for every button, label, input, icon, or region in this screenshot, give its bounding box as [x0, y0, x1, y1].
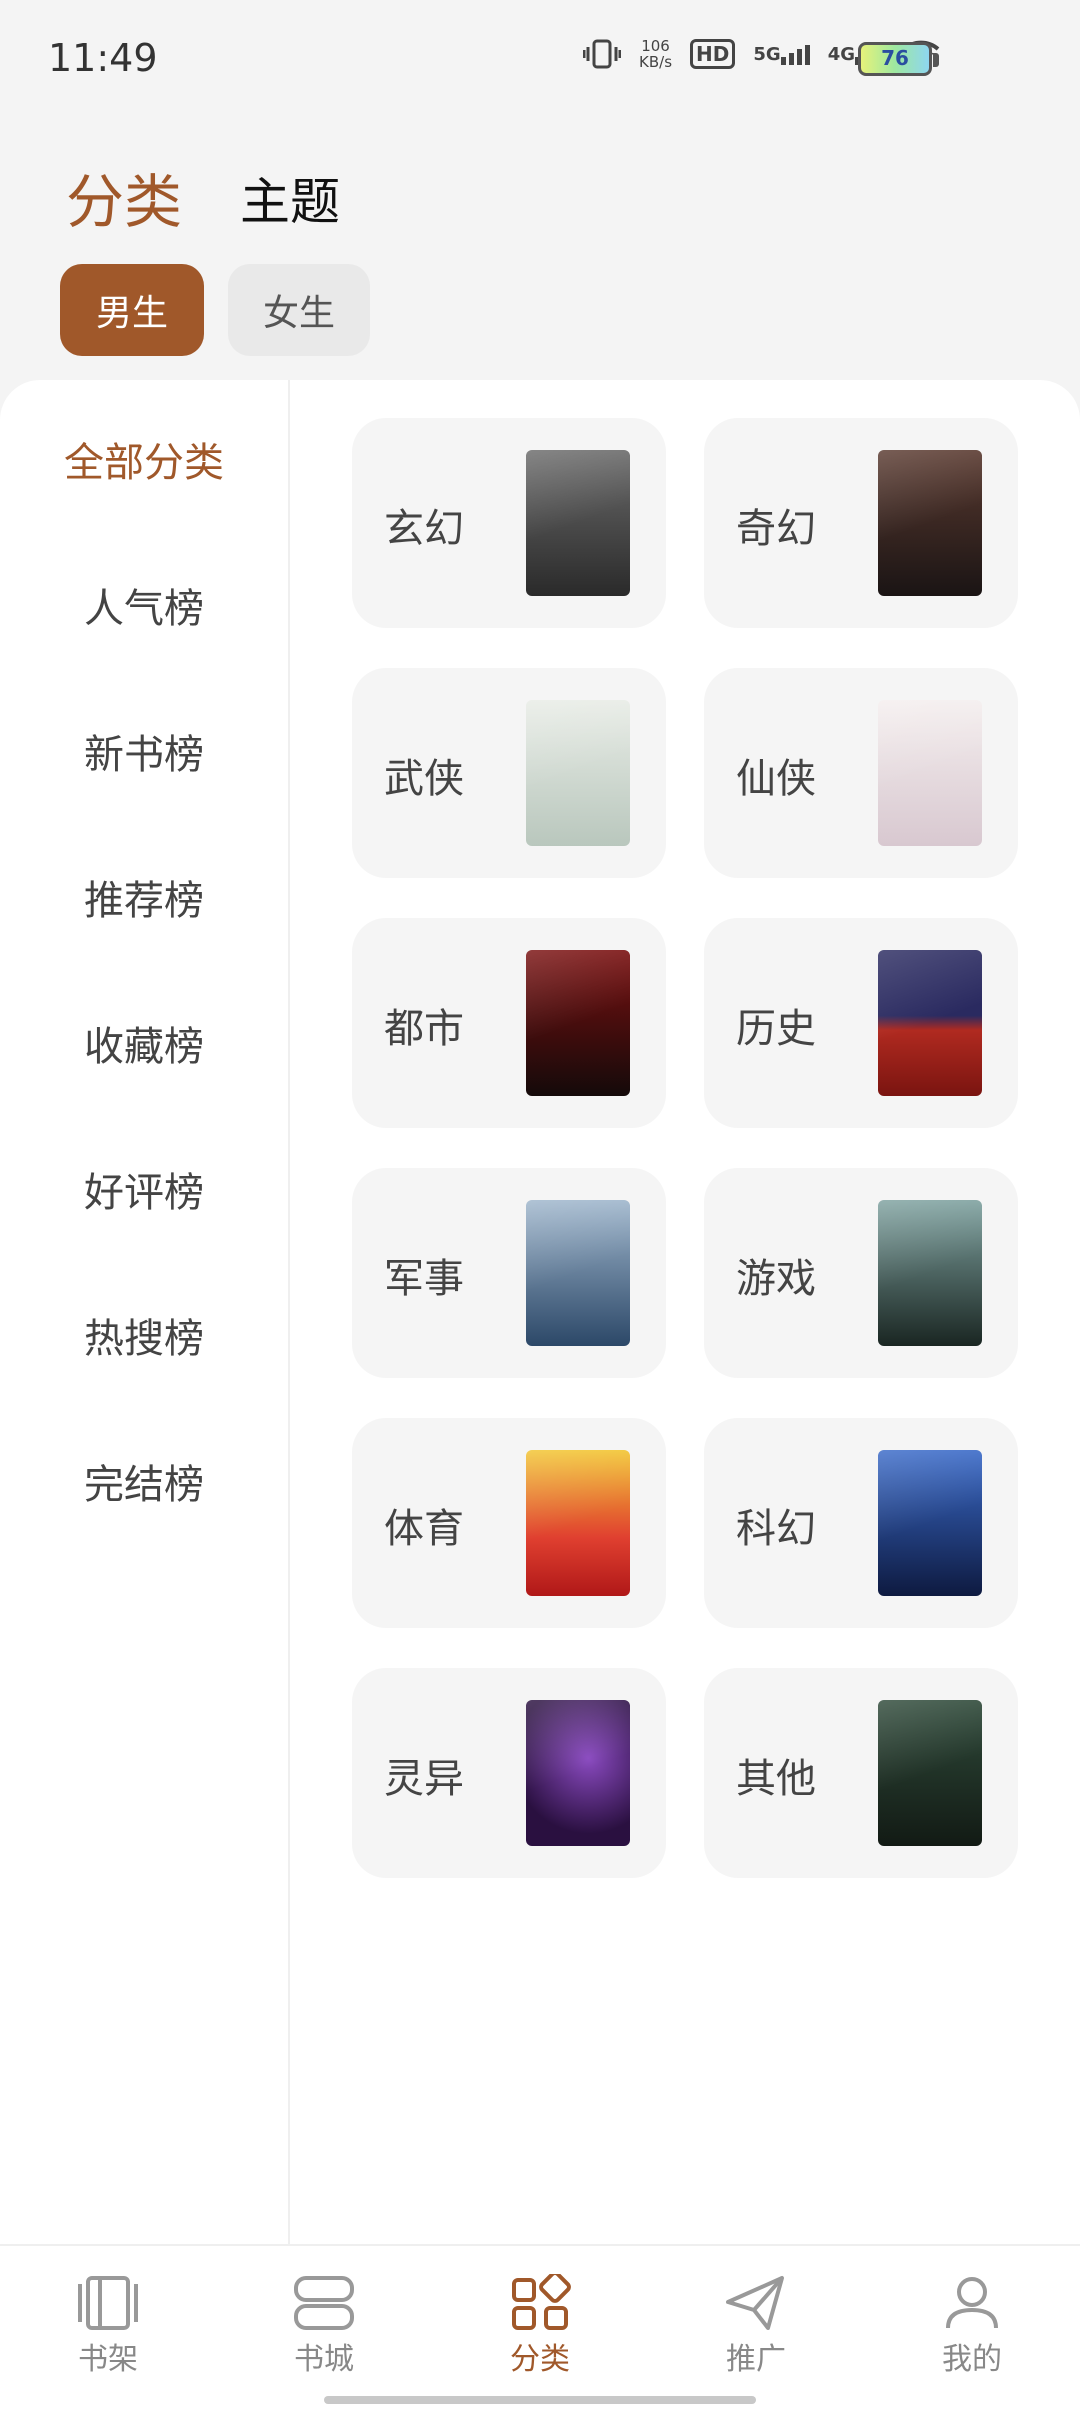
category-label: 其他: [736, 1756, 816, 1802]
status-bar: 11:49 106 KB/s HD 5G 4G 76: [0, 0, 1080, 120]
nav-profile-label: 我的: [942, 2342, 1002, 2377]
battery-icon: 76: [858, 42, 939, 76]
book-cover-image: [878, 700, 982, 846]
bookstore-icon: [294, 2276, 354, 2330]
category-card-youxi[interactable]: 游戏: [704, 1168, 1018, 1378]
signal-5g-label: 5G: [753, 43, 781, 65]
category-label: 武侠: [384, 756, 464, 802]
nav-promote-label: 推广: [726, 2342, 786, 2377]
vibrate-icon: [583, 38, 622, 70]
nav-promote[interactable]: 推广: [686, 2274, 826, 2378]
sidebar-item-recommend[interactable]: 推荐榜: [0, 868, 288, 926]
send-icon: [726, 2276, 784, 2330]
sidebar-item-all[interactable]: 全部分类: [0, 430, 288, 488]
category-label: 玄幻: [384, 506, 464, 552]
book-cover-image: [526, 950, 630, 1096]
network-speed: 106 KB/s: [639, 38, 672, 70]
category-label: 奇幻: [736, 506, 816, 552]
sidebar-item-new[interactable]: 新书榜: [0, 722, 288, 780]
sidebar-item-completed[interactable]: 完结榜: [0, 1452, 288, 1510]
battery-level: 76: [881, 46, 909, 70]
category-card-xianxia[interactable]: 仙侠: [704, 668, 1018, 878]
home-indicator[interactable]: [324, 2396, 756, 2404]
category-card-lishi[interactable]: 历史: [704, 918, 1018, 1128]
category-label: 灵异: [384, 1756, 464, 1802]
tab-category[interactable]: 分类: [66, 155, 182, 239]
category-label: 科幻: [736, 1506, 816, 1552]
hd-badge: HD: [690, 39, 736, 69]
category-card-qihuan[interactable]: 奇幻: [704, 418, 1018, 628]
book-cover-image: [526, 1700, 630, 1846]
book-cover-image: [526, 450, 630, 596]
category-card-wuxia[interactable]: 武侠: [352, 668, 666, 878]
book-cover-image: [878, 1450, 982, 1596]
nav-bookstore-label: 书城: [294, 2342, 354, 2377]
nav-bookshelf[interactable]: 书架: [38, 2274, 178, 2378]
signal-bars-icon: [780, 44, 810, 65]
category-card-tiyu[interactable]: 体育: [352, 1418, 666, 1628]
nav-category[interactable]: 分类: [470, 2274, 610, 2378]
category-card-lingyi[interactable]: 灵异: [352, 1668, 666, 1878]
category-label: 体育: [384, 1506, 464, 1552]
gender-male-button[interactable]: 男生: [60, 264, 204, 356]
category-label: 历史: [736, 1006, 816, 1052]
bookshelf-icon: [78, 2276, 138, 2330]
sidebar-item-favorites[interactable]: 收藏榜: [0, 1014, 288, 1072]
bottom-navigation: 书架 书城 分类 推广 我的: [0, 2244, 1080, 2410]
category-card-kehuan[interactable]: 科幻: [704, 1418, 1018, 1628]
category-card-qita[interactable]: 其他: [704, 1668, 1018, 1878]
category-label: 仙侠: [736, 756, 816, 802]
nav-bookstore[interactable]: 书城: [254, 2274, 394, 2378]
book-cover-image: [878, 1200, 982, 1346]
book-cover-image: [526, 1450, 630, 1596]
gender-female-button[interactable]: 女生: [228, 264, 370, 356]
tab-theme[interactable]: 主题: [240, 162, 340, 234]
book-cover-image: [526, 700, 630, 846]
category-label: 都市: [384, 1006, 464, 1052]
nav-bookshelf-label: 书架: [78, 2342, 138, 2377]
category-card-xuanhuan[interactable]: 玄幻: [352, 418, 666, 628]
sidebar-divider: [288, 380, 290, 2244]
book-cover-image: [878, 1700, 982, 1846]
sidebar-item-trending[interactable]: 热搜榜: [0, 1306, 288, 1364]
book-cover-image: [878, 950, 982, 1096]
category-card-junshi[interactable]: 军事: [352, 1168, 666, 1378]
network-speed-value: 106: [641, 37, 670, 55]
book-cover-image: [526, 1200, 630, 1346]
network-speed-unit: KB/s: [639, 53, 673, 71]
nav-category-label: 分类: [510, 2342, 570, 2377]
sidebar-item-popular[interactable]: 人气榜: [0, 576, 288, 634]
profile-icon: [946, 2277, 998, 2329]
signal-4g-label: 4G: [827, 43, 855, 65]
sidebar-item-rated[interactable]: 好评榜: [0, 1160, 288, 1218]
category-icon: [512, 2274, 571, 2330]
signal-5g: 5G: [753, 43, 810, 65]
category-card-dushi[interactable]: 都市: [352, 918, 666, 1128]
category-label: 游戏: [736, 1256, 816, 1302]
category-label: 军事: [384, 1256, 464, 1302]
book-cover-image: [878, 450, 982, 596]
status-time: 11:49: [48, 36, 158, 80]
nav-profile[interactable]: 我的: [902, 2274, 1042, 2378]
